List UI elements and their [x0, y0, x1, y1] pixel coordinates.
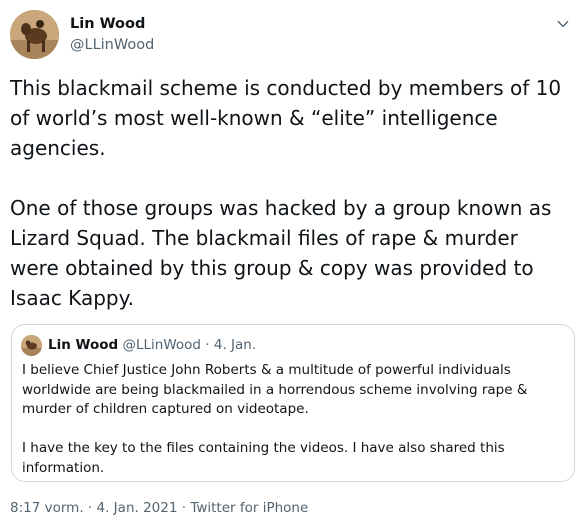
chevron-down-icon-glyph: [557, 20, 569, 28]
author-handle[interactable]: @LLinWood: [70, 37, 154, 53]
quoted-header: Lin Wood @LLinWood · 4. Jan.: [48, 337, 256, 353]
quoted-avatar: [21, 335, 42, 356]
avatar[interactable]: [10, 10, 59, 59]
tweet-date-link[interactable]: 4. Jan. 2021: [97, 500, 178, 516]
quoted-text: I believe Chief Justice John Roberts & a…: [22, 362, 528, 476]
quoted-author-handle: @LLinWood: [122, 337, 201, 353]
quoted-date: 4. Jan.: [213, 337, 257, 353]
tweet-time-link[interactable]: 8:17 vorm.: [10, 500, 84, 516]
tweet-source-link[interactable]: Twitter for iPhone: [190, 500, 308, 516]
avatar-image: [10, 10, 59, 59]
quoted-author-name: Lin Wood: [48, 337, 119, 353]
tweet-header: Lin Wood @LLinWood: [10, 10, 577, 62]
quoted-tweet[interactable]: Lin Wood @LLinWood · 4. Jan. I believe C…: [11, 324, 575, 482]
chevron-down-icon[interactable]: [553, 14, 573, 34]
author-name[interactable]: Lin Wood: [70, 16, 145, 32]
quoted-separator: ·: [205, 337, 210, 353]
tweet-text: This blackmail scheme is conducted by me…: [10, 76, 562, 310]
tweet-footer: 8:17 vorm. · 4. Jan. 2021 · Twitter for …: [10, 500, 308, 516]
quoted-avatar-image: [21, 335, 42, 356]
